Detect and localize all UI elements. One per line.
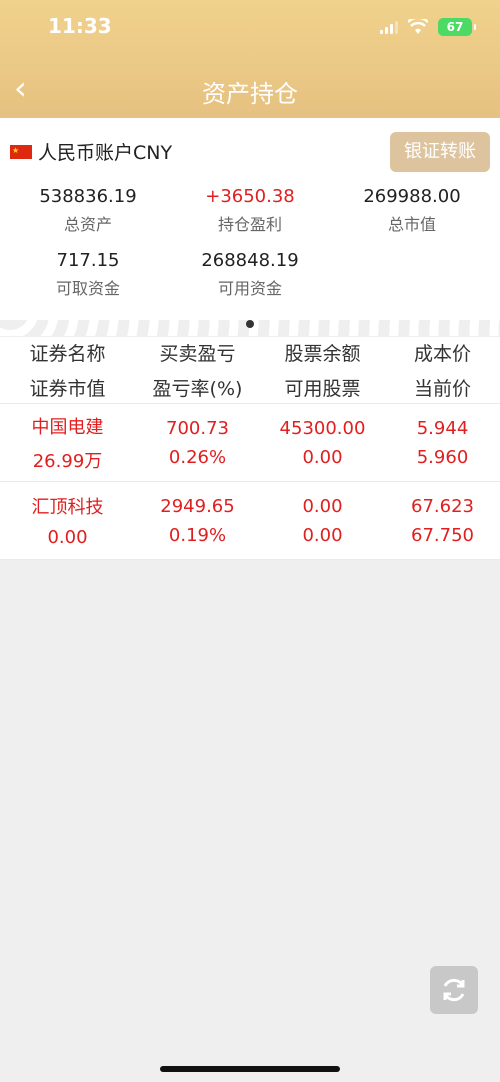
cell-text: 5.944 (416, 417, 469, 439)
header-text: 成本价 (413, 343, 471, 365)
metric-value: 538836.19 (39, 186, 137, 207)
header-bar: 11:33 67 ‹ 资产持仓 (0, 0, 500, 118)
account-label: 人民币账户CNY (10, 138, 172, 165)
cell-text: 67.750 (411, 524, 474, 546)
header-text: 买卖盈亏 (159, 343, 236, 365)
wifi-icon (408, 19, 428, 34)
refresh-button[interactable] (430, 966, 478, 1014)
metric-label: 可用资金 (217, 279, 282, 298)
header-text: 证券市值 (29, 378, 106, 400)
metric-value: 717.15 (56, 250, 120, 271)
cell-text: 汇顶科技 (31, 497, 104, 518)
row-cell: 45300.00 0.00 (260, 404, 385, 481)
row-cell: 中国电建 26.99万 (0, 404, 135, 481)
table-header: 证券名称证券市值 买卖盈亏盈亏率(%) 股票余额可用股票 成本价当前价 (0, 337, 500, 404)
table-row[interactable]: 中国电建 26.99万 700.73 0.26% 45300.00 0.00 5.94… (0, 404, 500, 482)
metric-label: 总资产 (63, 215, 112, 234)
metric-label: 可取资金 (55, 279, 120, 298)
holdings-table: 证券名称证券市值 买卖盈亏盈亏率(%) 股票余额可用股票 成本价当前价 中国电建… (0, 337, 500, 560)
cell-text: 26.99万 (32, 450, 103, 472)
page-title: 资产持仓 (202, 80, 298, 108)
cell-text: 0.00 (302, 446, 343, 468)
header-text: 股票余额 (284, 343, 361, 365)
cell-text: 5.960 (416, 446, 469, 468)
header-text: 当前价 (413, 378, 471, 400)
row-cell: 700.73 0.26% (135, 404, 260, 481)
cell-text: 中国电建 (31, 416, 104, 438)
row-cell: 2949.65 0.19% (135, 482, 260, 559)
cell-text: 0.26% (168, 446, 227, 468)
status-icons: 67 (380, 18, 476, 36)
battery-icon: 67 (438, 18, 476, 36)
metric-position-profit: +3650.38 持仓盈利 (170, 186, 330, 235)
table-row[interactable]: 汇顶科技 0.00 2949.65 0.19% 0.00 0.00 67.623 67.… (0, 482, 500, 560)
header-cell: 成本价 当前价 (385, 337, 500, 403)
cell-text: 0.00 (302, 524, 343, 546)
header-cell: 股票余额 可用股票 (260, 337, 385, 403)
cell-text: 45300.00 (279, 417, 366, 439)
header-text: 可用股票 (284, 378, 361, 400)
metric-value: +3650.38 (205, 186, 295, 207)
row-cell: 汇顶科技 0.00 (0, 482, 135, 559)
signal-icon (380, 20, 398, 34)
cell-text: 700.73 (166, 417, 229, 439)
cell-text: 0.00 (302, 495, 343, 517)
cell-text: 0.00 (47, 527, 88, 548)
row-cell: 5.944 5.960 (385, 404, 500, 481)
cell-text: 67.623 (411, 495, 474, 517)
metric-value: 268848.19 (201, 250, 299, 271)
cell-text: 2949.65 (160, 495, 235, 517)
bank-transfer-button[interactable]: 银证转账 (390, 132, 490, 172)
account-name: 人民币账户CNY (38, 142, 173, 164)
home-indicator (160, 1066, 340, 1072)
metric-label: 总市值 (387, 215, 436, 234)
china-flag-icon (10, 144, 32, 159)
status-time: 11:33 (48, 14, 112, 38)
cell-text: 0.19% (168, 524, 227, 546)
header-cell: 证券名称 证券市值 (0, 337, 135, 403)
row-cell: 0.00 0.00 (260, 482, 385, 559)
metric-available-funds: 268848.19 可用资金 (170, 250, 330, 299)
metric-total-assets: 538836.19 总资产 (8, 186, 168, 235)
metric-label: 持仓盈利 (217, 215, 282, 234)
account-summary: 人民币账户CNY 银证转账 538836.19 总资产 +3650.38 持仓盈… (0, 118, 500, 320)
metric-total-market-value: 269988.00 总市值 (332, 186, 492, 235)
page-indicator-dot (246, 320, 254, 328)
row-cell: 67.623 67.750 (385, 482, 500, 559)
header-text: 证券名称 (29, 343, 106, 365)
header-text: 盈亏率(%) (152, 378, 243, 400)
header-cell: 买卖盈亏盈亏率(%) (135, 337, 260, 403)
metric-value: 269988.00 (363, 186, 461, 207)
metric-withdrawable: 717.15 可取资金 (8, 250, 168, 299)
refresh-icon (443, 978, 465, 1002)
